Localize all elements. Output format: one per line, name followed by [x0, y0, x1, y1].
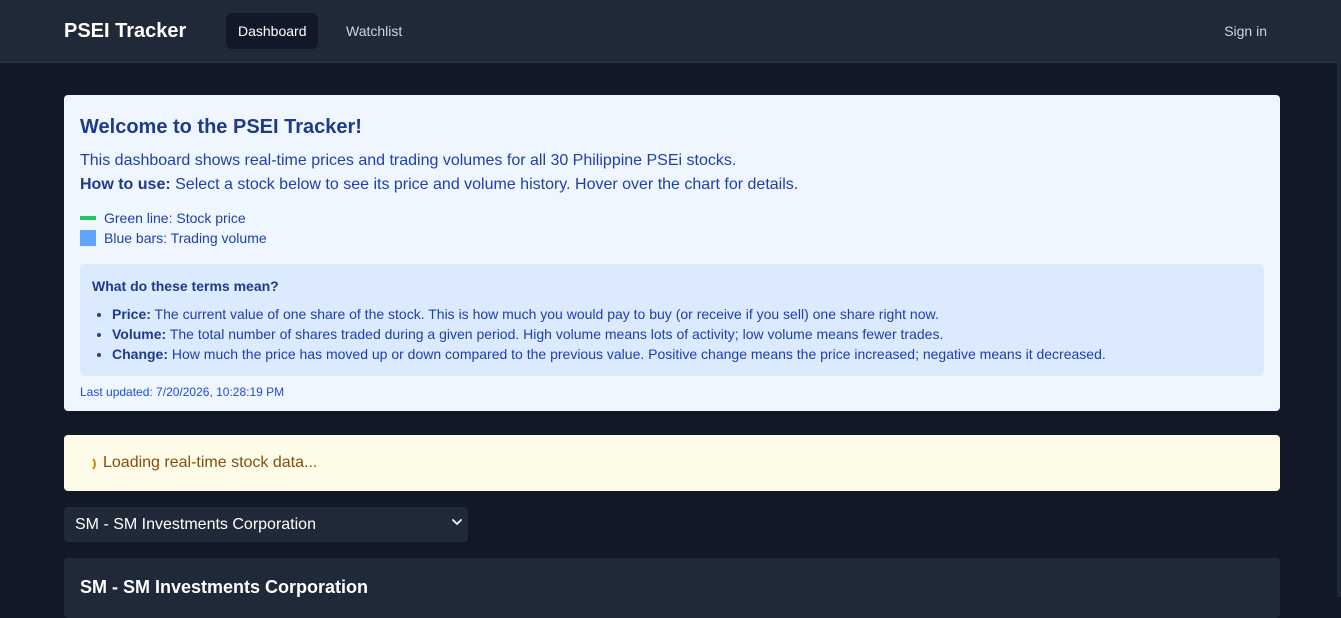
tab-watchlist[interactable]: Watchlist: [334, 13, 414, 49]
terms-list: Price: The current value of one share of…: [92, 304, 1252, 364]
loading-spinner-icon: [80, 455, 96, 472]
howto-body: Select a stock below to see its price an…: [170, 176, 799, 193]
list-item: Price: The current value of one share of…: [112, 304, 1252, 324]
terms-glossary: What do these terms mean? Price: The cur…: [80, 264, 1264, 376]
term-volume: Volume:: [112, 326, 167, 342]
term-price-definition: The current value of one share of the st…: [150, 306, 939, 322]
term-volume-definition: The total number of shares traded during…: [166, 326, 944, 342]
stock-card-title: SM - SM Investments Corporation: [80, 577, 369, 597]
chart-legend: Green line: Stock price Blue bars: Tradi…: [80, 208, 1264, 248]
list-item: Volume: The total number of shares trade…: [112, 324, 1252, 344]
legend-label-price: Green line: Stock price: [104, 210, 246, 226]
brand-logo-text[interactable]: PSEI Tracker: [64, 19, 186, 43]
legend-item-price: Green line: Stock price: [80, 208, 1264, 228]
stock-detail-card: SM - SM Investments Corporation: [64, 558, 1280, 618]
legend-label-volume: Blue bars: Trading volume: [104, 230, 267, 246]
green-line-swatch-icon: [80, 216, 96, 220]
howto-text: How to use: Select a stock below to see …: [80, 173, 1264, 197]
last-updated-timestamp: Last updated: 7/20/2026, 10:28:19 PM: [80, 385, 285, 399]
sign-in-button[interactable]: Sign in: [1212, 13, 1279, 49]
top-nav: PSEI Tracker Dashboard Watchlist Sign in: [0, 0, 1341, 63]
welcome-title: Welcome to the PSEI Tracker!: [80, 116, 362, 138]
loading-message: Loading real-time stock data...: [103, 454, 318, 471]
howto-label: How to use:: [80, 176, 171, 193]
loading-banner: Loading real-time stock data...: [64, 435, 1280, 491]
welcome-panel: Welcome to the PSEI Tracker! This dashbo…: [64, 95, 1280, 411]
intro-text: This dashboard shows real-time prices an…: [80, 152, 737, 169]
term-price: Price:: [112, 306, 151, 322]
chevron-down-icon: [452, 519, 462, 525]
tab-dashboard[interactable]: Dashboard: [226, 13, 318, 49]
welcome-intro: This dashboard shows real-time prices an…: [80, 149, 1264, 197]
scrollbar[interactable]: [1337, 0, 1341, 597]
stock-select-value: SM - SM Investments Corporation: [75, 516, 316, 533]
list-item: Change: How much the price has moved up …: [112, 344, 1252, 364]
terms-title: What do these terms mean?: [92, 278, 279, 294]
blue-bar-swatch-icon: [80, 230, 96, 246]
term-change-definition: How much the price has moved up or down …: [168, 346, 1106, 362]
stock-select[interactable]: SM - SM Investments Corporation: [64, 507, 468, 542]
legend-item-volume: Blue bars: Trading volume: [80, 228, 1264, 248]
term-change: Change:: [112, 346, 168, 362]
